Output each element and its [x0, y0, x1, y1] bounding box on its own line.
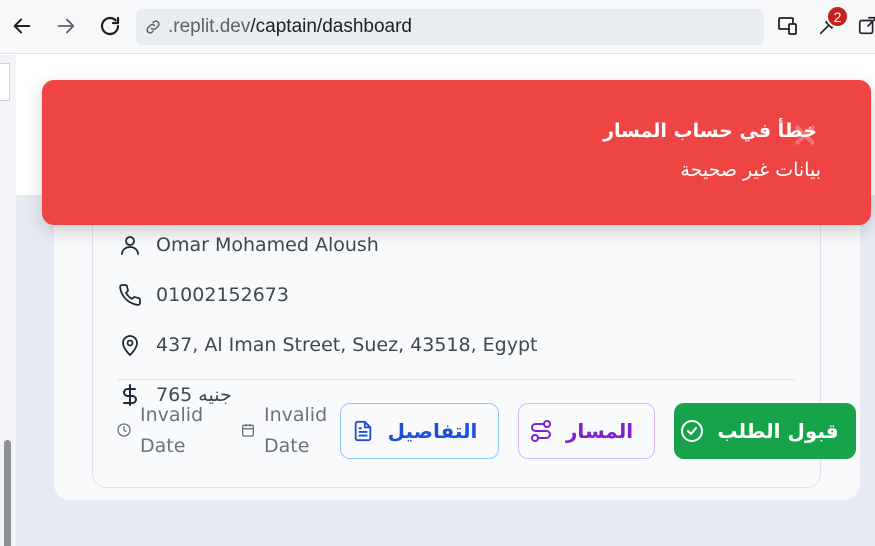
date-info: Invalid Date [240, 400, 338, 462]
error-toast[interactable]: خطأ في حساب المسار بيانات غير صحيحة [42, 80, 871, 225]
site-info-icon[interactable] [144, 17, 164, 37]
card-divider [118, 379, 795, 380]
route-button[interactable]: المسار [518, 403, 655, 459]
side-panel-handle[interactable] [0, 63, 10, 101]
calendar-icon [240, 422, 258, 440]
phone-row: 01002152673 [116, 280, 289, 310]
customer-name-row: Omar Mohamed Aloush [116, 230, 379, 260]
details-button[interactable]: التفاصيل [340, 403, 499, 459]
time-info: Invalid Date [116, 400, 214, 462]
forward-arrow-icon[interactable] [52, 10, 80, 42]
time-text: Invalid Date [140, 404, 204, 457]
extensions-badge: 2 [826, 5, 849, 28]
document-icon [350, 418, 376, 444]
details-label: التفاصيل [387, 419, 478, 443]
url-path: /captain/dashboard [250, 16, 412, 37]
left-gutter [0, 55, 16, 546]
share-icon[interactable] [856, 10, 875, 42]
phone-number: 01002152673 [156, 284, 289, 306]
customer-name: Omar Mohamed Aloush [156, 234, 379, 256]
accept-label: قبول الطلب [717, 419, 839, 443]
address: 437, Al Iman Street, Suez, 43518, Egypt [156, 334, 538, 356]
back-arrow-icon[interactable] [8, 10, 36, 42]
address-row: 437, Al Iman Street, Suez, 43518, Egypt [116, 330, 538, 360]
toast-title: خطأ في حساب المسار [603, 120, 817, 142]
date-text: Invalid Date [264, 404, 328, 457]
location-pin-icon [116, 331, 144, 359]
clock-icon [116, 422, 134, 440]
url-host: .replit.dev [168, 16, 251, 37]
toast-message: بيانات غير صحيحة [680, 159, 821, 181]
route-label: المسار [565, 419, 634, 443]
user-icon [116, 231, 144, 259]
devices-icon[interactable] [774, 10, 802, 42]
address-bar[interactable]: .replit.dev/captain/dashboard [136, 9, 764, 45]
route-icon [528, 418, 554, 444]
phone-icon [116, 281, 144, 309]
accept-order-button[interactable]: قبول الطلب [674, 403, 856, 459]
browser-toolbar: .replit.dev/captain/dashboard 2 [0, 0, 875, 54]
scrollbar-thumb[interactable] [4, 440, 11, 546]
reload-icon[interactable] [96, 10, 124, 42]
check-circle-icon [679, 418, 705, 444]
